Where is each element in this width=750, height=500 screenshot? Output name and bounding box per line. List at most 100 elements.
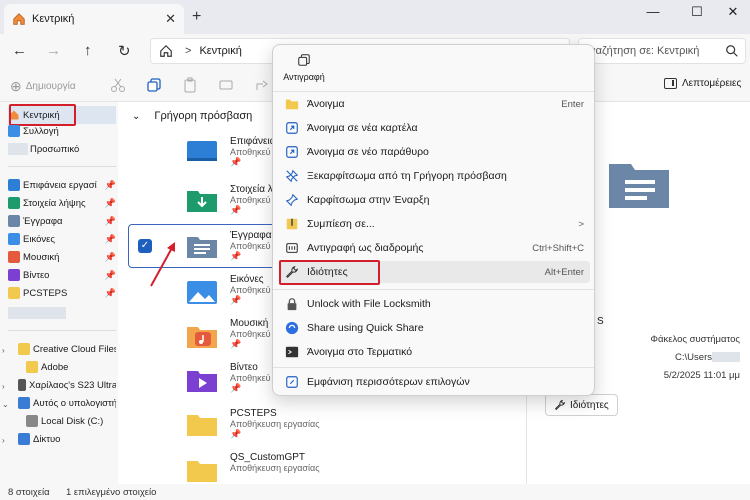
quick-access-header[interactable]: ⌄ Γρήγορη πρόσβαση <box>132 110 252 122</box>
sidebar-item-label: Adobe <box>41 361 69 373</box>
sidebar-item-pcsteps[interactable]: PCSTEPS 📌 <box>8 284 116 302</box>
desktop-icon <box>8 179 20 191</box>
chevron-down-icon[interactable]: ⌄ <box>132 111 140 122</box>
chevron-down-icon[interactable]: ⌄ <box>2 400 9 409</box>
menu-item-copy-path[interactable]: Αντιγραφή ως διαδρομής Ctrl+Shift+C <box>279 237 590 259</box>
details-type: Φάκελος συστήματος <box>650 334 740 345</box>
copy-icon[interactable] <box>146 77 162 93</box>
menu-separator <box>273 367 594 368</box>
menu-item-quick-share[interactable]: Share using Quick Share <box>279 317 590 339</box>
sidebar-item-phone[interactable]: Χαρίλαος's S23 Ultra <box>18 376 116 394</box>
sidebar-item-label: Local Disk (C:) <box>41 415 104 427</box>
tab-label: Κεντρική <box>32 13 75 25</box>
menu-item-label: Συμπίεση σε... <box>307 218 375 230</box>
menu-item-label: Καρφίτσωμα στην Έναρξη <box>307 194 430 206</box>
folder-item-qs-customgpt[interactable]: QS_CustomGPT Αποθήκευση εργασίας <box>230 452 320 473</box>
menu-separator <box>273 289 594 290</box>
videos-folder-icon <box>187 371 217 392</box>
sidebar-item-adobe[interactable]: Adobe <box>26 358 116 376</box>
sidebar-item-label: Creative Cloud Files F <box>33 343 116 355</box>
pin-icon: 📌 <box>230 429 242 439</box>
details-partial-title: S <box>597 316 604 327</box>
folder-item-pcsteps[interactable]: PCSTEPS Αποθήκευση εργασίας 📌 <box>230 408 320 440</box>
forward-button[interactable]: → <box>46 42 61 59</box>
menu-item-label: Share using Quick Share <box>307 322 424 334</box>
tab-close-icon[interactable]: ✕ <box>165 11 176 27</box>
sidebar-item-downloads[interactable]: Στοιχεία λήψης 📌 <box>8 194 116 212</box>
menu-item-open-new-tab[interactable]: Άνοιγμα σε νέα καρτέλα <box>279 117 590 139</box>
new-tab-button[interactable]: + <box>192 8 201 26</box>
sidebar-item-music[interactable]: Μουσική 📌 <box>8 248 116 266</box>
menu-item-file-locksmith[interactable]: Unlock with File Locksmith <box>279 293 590 315</box>
item-name: QS_CustomGPT <box>230 452 306 463</box>
pin-icon: 📌 <box>104 251 116 262</box>
sidebar-item-network[interactable]: Δίκτυο <box>18 430 116 448</box>
menu-item-unpin-quick-access[interactable]: Ξεκαρφίτσωμα από τη Γρήγορη πρόσβαση <box>279 165 590 187</box>
copy-button[interactable]: Αντιγραφή <box>279 53 329 83</box>
maximize-button[interactable]: ☐ <box>682 4 712 20</box>
chevron-right-icon[interactable]: › <box>2 436 5 445</box>
sidebar-item-local-disk[interactable]: Local Disk (C:) <box>26 412 116 430</box>
menu-item-pin-start[interactable]: Καρφίτσωμα στην Έναρξη <box>279 189 590 211</box>
redacted-block <box>8 143 28 155</box>
menu-item-terminal[interactable]: Άνοιγμα στο Τερματικό <box>279 341 590 363</box>
tab-home[interactable]: Κεντρική ✕ <box>4 4 184 34</box>
details-path: C:\Users <box>675 352 740 363</box>
downloads-folder-icon <box>187 191 217 212</box>
music-folder-icon <box>187 327 217 348</box>
sidebar-item-this-pc[interactable]: Αυτός ο υπολογιστή <box>18 394 116 412</box>
menu-item-label: Ξεκαρφίτσωμα από τη Γρήγορη πρόσβαση <box>307 170 507 182</box>
refresh-button[interactable]: ↻ <box>118 42 131 60</box>
redacted-block <box>8 307 66 319</box>
sidebar-item-gallery[interactable]: Συλλογή <box>8 122 116 140</box>
menu-item-compress[interactable]: Συμπίεση σε... > <box>279 213 590 235</box>
menu-item-open-new-window[interactable]: Άνοιγμα σε νέο παράθυρο <box>279 141 590 163</box>
close-window-button[interactable]: ✕ <box>718 4 748 20</box>
properties-button[interactable]: Ιδιότητες <box>545 394 618 416</box>
sidebar-item-label: PCSTEPS <box>23 287 68 299</box>
sidebar-item-creative-cloud[interactable]: Creative Cloud Files F <box>18 340 116 358</box>
sidebar-item-label: Βίντεο <box>23 269 50 281</box>
sidebar-item-desktop[interactable]: Επιφάνεια εργασί 📌 <box>8 176 116 194</box>
sidebar-item-documents[interactable]: Έγγραφα 📌 <box>8 212 116 230</box>
menu-item-shortcut: Alt+Enter <box>544 266 584 278</box>
search-placeholder: Αναζήτηση σε: Κεντρική <box>583 45 700 57</box>
videos-icon <box>8 269 20 281</box>
sidebar-item-videos[interactable]: Βίντεο 📌 <box>8 266 116 284</box>
sidebar-item-label: Εικόνες <box>23 233 55 245</box>
new-label: Δημιουργία <box>25 81 76 92</box>
minimize-button[interactable]: — <box>638 4 668 19</box>
share-icon[interactable] <box>254 77 270 93</box>
chevron-right-icon[interactable]: › <box>2 382 5 391</box>
chevron-right-icon[interactable]: › <box>2 346 5 355</box>
sidebar-item-label: Συλλογή <box>23 125 59 137</box>
sidebar-item-pictures[interactable]: Εικόνες 📌 <box>8 230 116 248</box>
menu-item-open[interactable]: Άνοιγμα Enter <box>279 93 590 115</box>
menu-item-label: Άνοιγμα σε νέο παράθυρο <box>307 146 429 158</box>
search-input[interactable]: Αναζήτηση σε: Κεντρική <box>578 38 746 64</box>
new-window-icon <box>286 146 298 158</box>
details-path-text: C:\Users <box>675 352 712 363</box>
back-button[interactable]: ← <box>12 42 27 59</box>
phone-icon <box>18 379 26 391</box>
search-icon <box>726 45 738 57</box>
rename-icon[interactable] <box>218 77 234 93</box>
details-button[interactable]: Λεπτομέρειες <box>664 78 741 89</box>
sidebar-item-personal[interactable]: Προσωπικό <box>8 140 116 158</box>
cut-icon[interactable] <box>110 77 126 93</box>
folder-icon <box>18 343 30 355</box>
menu-item-more-options[interactable]: Εμφάνιση περισσότερων επιλογών <box>279 371 590 393</box>
lock-icon <box>287 298 297 311</box>
pin-icon: 📌 <box>104 269 116 280</box>
folder-icon <box>8 287 20 299</box>
sidebar-item-redacted[interactable] <box>8 304 116 322</box>
home-icon <box>13 13 25 25</box>
paste-icon[interactable] <box>182 77 198 93</box>
new-button[interactable]: ⊕ Δημιουργία <box>10 78 76 95</box>
breadcrumb-location[interactable]: Κεντρική <box>199 45 241 57</box>
pin-icon: 📌 <box>104 233 116 244</box>
pin-icon: 📌 <box>104 215 116 226</box>
up-button[interactable]: ↑ <box>84 42 92 59</box>
home-icon <box>160 44 172 57</box>
drive-icon <box>26 415 38 427</box>
